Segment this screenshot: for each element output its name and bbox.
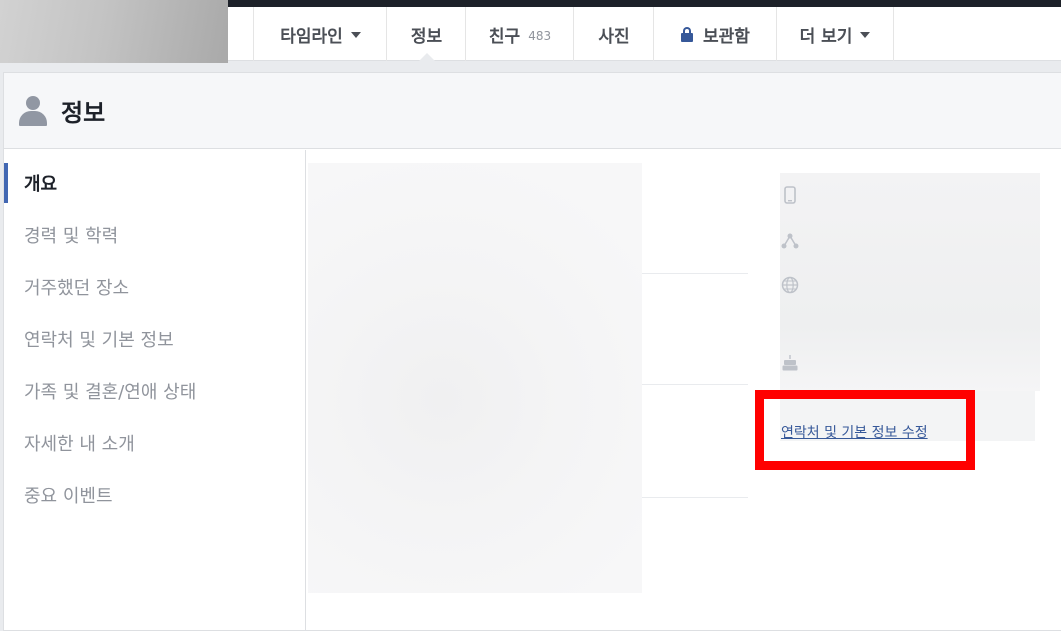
sidebar-item-work-education[interactable]: 경력 및 학력 [4,215,305,255]
tab-more[interactable]: 더 보기 [776,7,894,61]
tab-label: 보관함 [703,26,750,47]
cover-bottom-bar [228,0,1061,7]
mobile-phone-icon [781,186,799,204]
person-icon [19,95,47,126]
caret-down-icon [860,32,871,38]
cover-photo-thumbnail [0,0,228,63]
sidebar-item-details-about-you[interactable]: 자세한 내 소개 [4,423,305,463]
sidebar-item-places-lived[interactable]: 거주했던 장소 [4,267,305,307]
about-sidebar: 개요 경력 및 학력 거주했던 장소 연락처 및 기본 정보 가족 및 결혼/연… [4,150,306,631]
about-card-header: 정보 [4,73,1061,149]
edit-contact-basic-info-link[interactable]: 연락처 및 기본 정보 수정 [781,422,928,442]
tab-photos[interactable]: 사진 [573,7,654,61]
page-title: 정보 [61,99,106,127]
tab-label: 친구 [488,26,521,47]
tab-label: 더 보기 [799,26,853,47]
tab-label: 사진 [598,26,630,47]
friend-count: 483 [528,28,552,43]
profile-tab-bar: 타임라인 정보 친구 483 사진 보관함 더 보기 [228,7,1061,62]
divider [642,273,748,274]
sidebar-item-life-events[interactable]: 중요 이벤트 [4,475,305,515]
birthday-cake-icon [781,354,799,372]
sidebar-item-family-relationships[interactable]: 가족 및 결혼/연애 상태 [4,371,305,411]
tab-timeline[interactable]: 타임라인 [253,7,387,61]
divider [642,497,748,498]
tab-friends[interactable]: 친구 483 [465,7,574,61]
about-card: 정보 개요 경력 및 학력 거주했던 장소 연락처 및 기본 정보 가족 및 결… [3,72,1061,631]
tab-label: 타임라인 [280,26,343,47]
profile-about-page: 타임라인 정보 친구 483 사진 보관함 더 보기 정보 개요 경력 및 학력… [0,0,1061,631]
active-tab-pointer [418,53,436,62]
redacted-contact-content [780,173,1040,391]
sidebar-item-contact-basic-info[interactable]: 연락처 및 기본 정보 [4,319,305,359]
globe-icon [781,276,799,294]
sidebar-item-overview[interactable]: 개요 [4,163,305,203]
tab-archive[interactable]: 보관함 [653,7,777,61]
tab-label: 정보 [410,26,443,47]
divider [642,384,748,385]
lock-icon [681,26,694,42]
redacted-overview-content [308,163,642,593]
network-icon [781,232,799,250]
caret-down-icon [350,32,361,38]
